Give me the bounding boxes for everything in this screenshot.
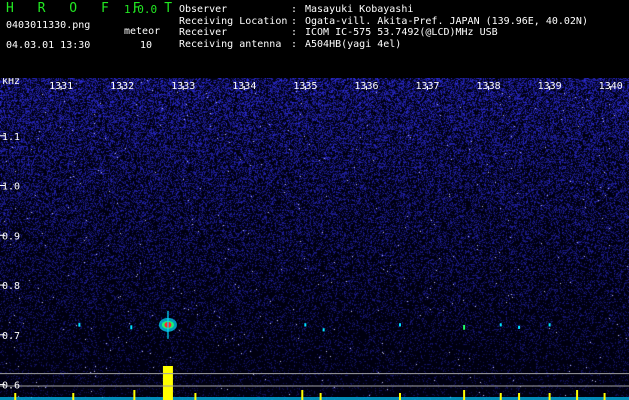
x-tick-label: 1340: [599, 81, 623, 92]
meteor-echo: [78, 323, 81, 327]
y-tick-label: 0.6: [2, 381, 20, 392]
info-row-receiver: Receiver: ICOM IC-575 53.7492(@LCD)MHz U…: [179, 27, 588, 39]
y-tick-label: 0.9: [2, 231, 20, 242]
grid-layer: [0, 373, 629, 387]
activity-bar: [463, 390, 466, 400]
info-key: Receiver: [179, 27, 228, 38]
info-separator: :: [291, 4, 304, 15]
activity-bar: [194, 393, 197, 400]
info-separator: :: [291, 15, 304, 27]
x-tick-label: 1337: [415, 81, 439, 92]
info-value: Ogata-vill. Akita-Pref. JAPAN (139.96E, …: [305, 15, 588, 27]
info-key: Receiving Location: [179, 15, 288, 27]
info-row-antenna: Receiving antenna: A504HB(yagi 4el): [179, 39, 588, 51]
meteor-echo: [398, 323, 401, 327]
y-tick-label: 1.1: [2, 132, 20, 143]
x-tick-label: 1332: [110, 81, 134, 92]
info-key: Observer: [179, 4, 228, 15]
info-separator: :: [291, 27, 304, 38]
activity-bar: [499, 393, 502, 400]
y-axis-label: kHz: [2, 78, 20, 87]
meteor-echo: [322, 328, 325, 332]
y-tick-label: 0.7: [2, 331, 20, 342]
activity-bar: [14, 393, 17, 400]
x-tick-label: 1331: [49, 81, 73, 92]
x-tick-label: 1334: [232, 81, 256, 92]
activity-bar-layer: [0, 366, 629, 400]
spectrogram-panel: 1331 1332 1333 1334 1335 1336 1337 1338 1339 1340…: [0, 78, 629, 400]
file-name: 0403011330.png: [6, 20, 91, 31]
activity-bar: [301, 390, 304, 400]
x-tick-label: 1338: [477, 81, 501, 92]
x-tick-label: 1333: [171, 81, 195, 92]
info-value: ICOM IC-575 53.7492(@LCD)MHz USB: [305, 27, 498, 38]
header-panel: H R O F F T 1.0.0 0403011330.png 04.03.0…: [0, 0, 629, 78]
meteor-echo: [463, 324, 466, 330]
info-separator: :: [291, 38, 304, 50]
meteor-count: 10: [140, 40, 153, 51]
info-value: A504HB(yagi 4el): [305, 38, 402, 50]
meteor-echo: [158, 310, 177, 339]
activity-bar: [162, 366, 173, 400]
info-key: Receiving antenna: [179, 38, 282, 50]
meteor-label: meteor: [124, 26, 161, 37]
y-tick-label: 1.0: [2, 182, 20, 193]
activity-bar: [72, 393, 75, 400]
activity-bar: [603, 393, 606, 400]
meteor-echo-layer: [78, 310, 551, 339]
tick-layer: 1331 1332 1333 1334 1335 1336 1337 1338 1339 1340…: [0, 81, 623, 392]
activity-bar: [398, 393, 401, 400]
spectrogram-overlay: 1331 1332 1333 1334 1335 1336 1337 1338 1339 1340…: [0, 78, 629, 400]
info-row-location: Receiving Location: Ogata-vill. Akita-Pr…: [179, 16, 588, 28]
meteor-echo: [304, 323, 307, 327]
x-tick-label: 1336: [354, 81, 378, 92]
meteor-echo: [499, 323, 502, 327]
activity-bar: [548, 393, 551, 400]
datetime: 04.03.01 13:30: [6, 40, 91, 51]
activity-bar: [319, 393, 322, 400]
meteor-echo: [518, 325, 521, 329]
info-value: Masayuki Kobayashi: [305, 4, 414, 15]
info-row-observer: Observer: Masayuki Kobayashi: [179, 4, 588, 16]
activity-bar: [133, 390, 136, 400]
x-tick-label: 1335: [293, 81, 317, 92]
activity-bar: [518, 393, 521, 400]
activity-bar: [576, 390, 579, 400]
meteor-echo: [548, 323, 551, 327]
station-info: Observer: Masayuki Kobayashi Receiving L…: [179, 4, 588, 50]
y-tick-label: 0.8: [2, 281, 20, 292]
x-tick-label: 1339: [538, 81, 562, 92]
meteor-echo: [130, 325, 133, 330]
app-version: 1.0.0: [124, 3, 158, 16]
